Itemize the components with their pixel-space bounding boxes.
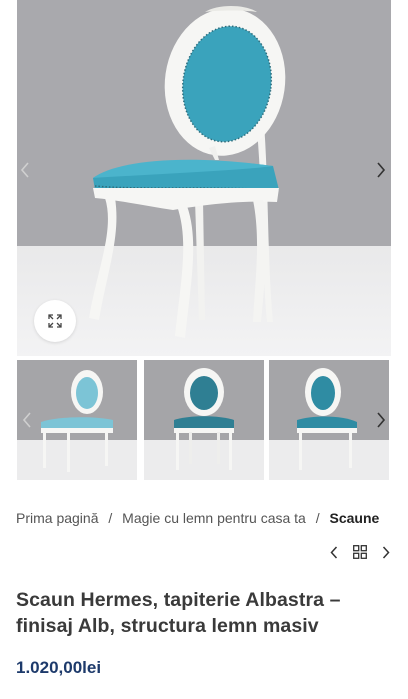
- back-to-category-button[interactable]: [353, 545, 367, 559]
- zoom-button[interactable]: [34, 300, 76, 342]
- expand-arrows-icon: [48, 314, 62, 328]
- thumbnail-2[interactable]: [144, 360, 264, 480]
- hero-prev-arrow[interactable]: [17, 158, 35, 182]
- thumbs-next-arrow[interactable]: [371, 408, 391, 432]
- breadcrumb-current: Scaune: [329, 510, 380, 526]
- chair-illustration: [89, 6, 286, 338]
- chevron-left-icon: [22, 412, 31, 428]
- next-product-button[interactable]: [382, 545, 390, 559]
- thumbs-prev-arrow[interactable]: [17, 408, 37, 432]
- breadcrumb-separator: /: [315, 510, 320, 526]
- breadcrumb-home-link[interactable]: Prima pagină: [16, 510, 99, 526]
- chevron-right-icon: [377, 412, 386, 428]
- breadcrumb-separator: /: [108, 510, 113, 526]
- breadcrumb: Prima pagină / Magie cu lemn pentru casa…: [16, 510, 396, 526]
- chevron-left-icon: [330, 545, 338, 559]
- product-navigation: [330, 542, 390, 562]
- chevron-right-icon: [382, 545, 390, 559]
- chevron-left-icon: [20, 162, 29, 178]
- chair-thumbnail-icon: [174, 368, 234, 470]
- grid-icon: [353, 545, 367, 559]
- chevron-right-icon: [377, 162, 386, 178]
- product-main-image[interactable]: [17, 0, 391, 356]
- breadcrumb-category-link[interactable]: Magie cu lemn pentru casa ta: [122, 510, 306, 526]
- hero-next-arrow[interactable]: [371, 158, 391, 182]
- product-title: Scaun Hermes, tapiterie Albastra – finis…: [16, 589, 341, 637]
- previous-product-button[interactable]: [330, 545, 338, 559]
- thumbnail-strip: [17, 360, 391, 480]
- product-price: 1.020,00lei: [16, 658, 102, 677]
